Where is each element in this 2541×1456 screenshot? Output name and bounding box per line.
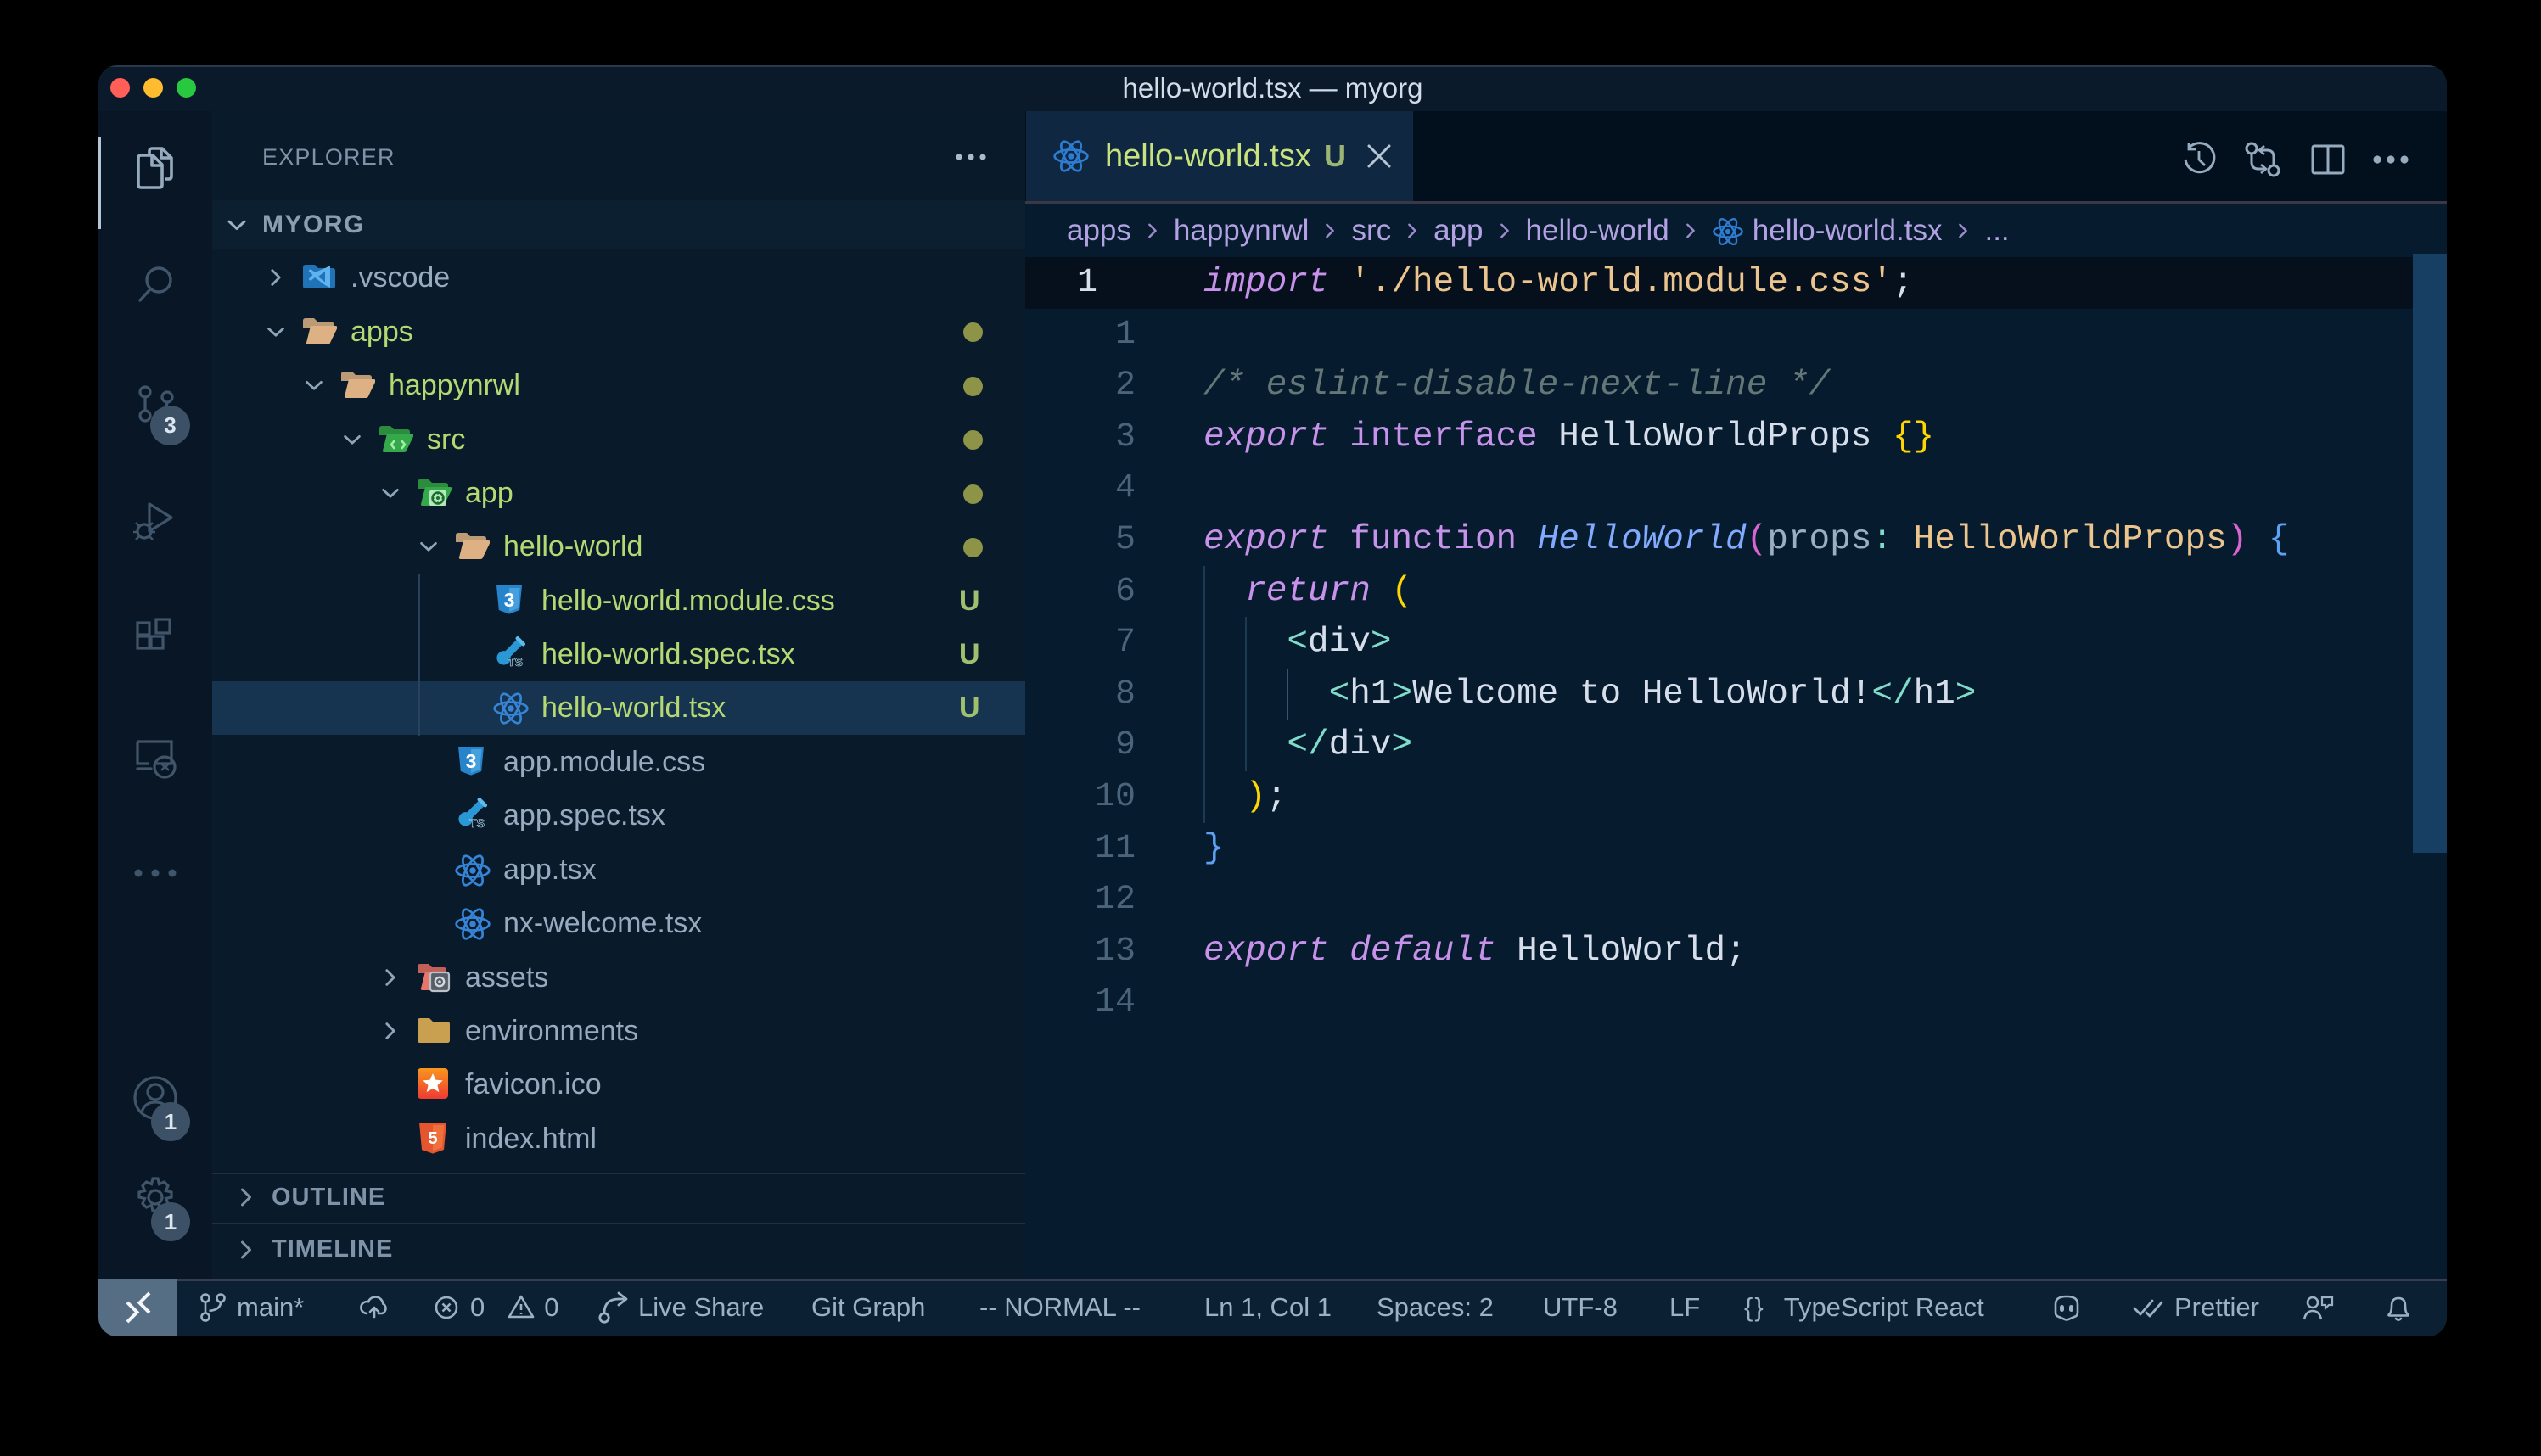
svg-text:TS: TS bbox=[469, 816, 485, 830]
svg-text:3: 3 bbox=[504, 589, 515, 611]
svg-text:3: 3 bbox=[466, 750, 477, 772]
svg-text:TS: TS bbox=[508, 655, 523, 669]
svg-text:5: 5 bbox=[428, 1129, 437, 1148]
